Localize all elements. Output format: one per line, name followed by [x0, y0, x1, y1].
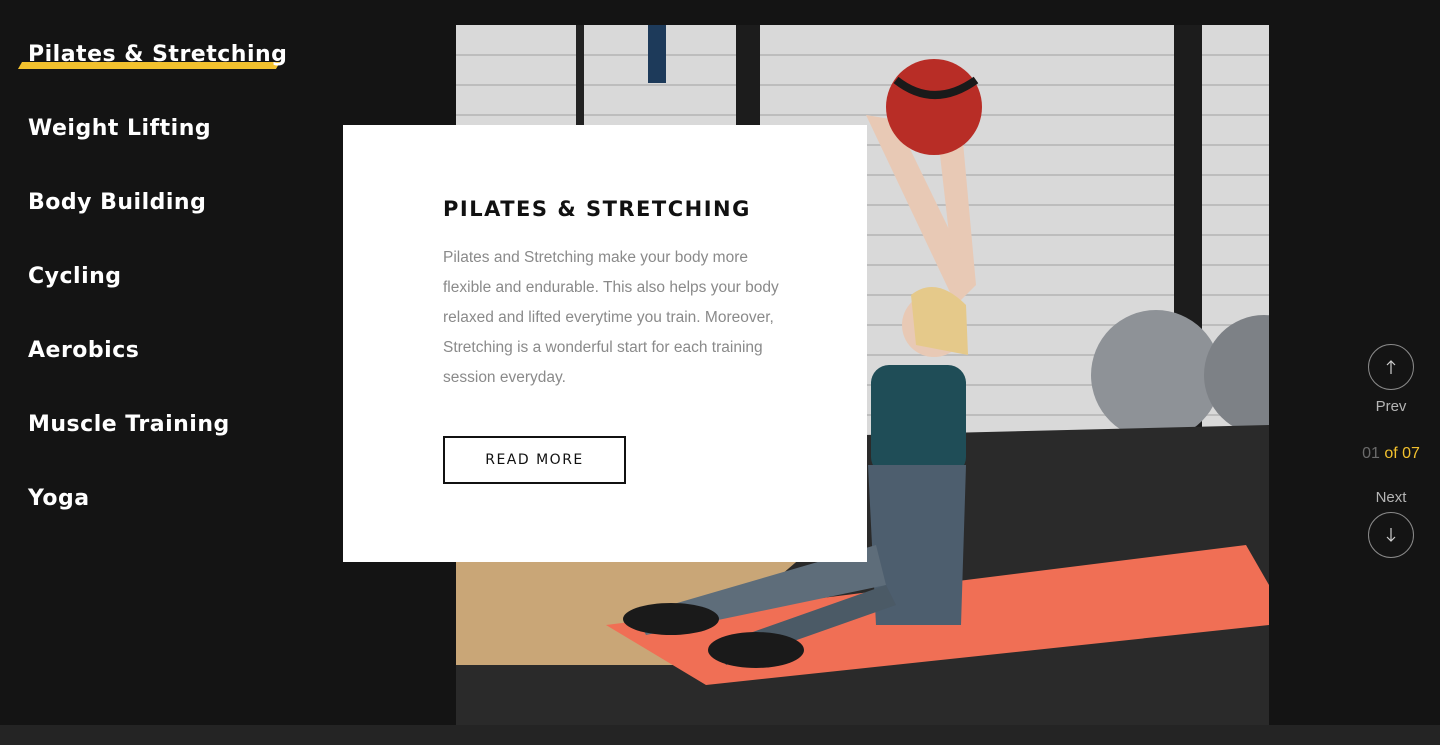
menu-item-body-building[interactable]: Body Building [28, 186, 287, 260]
current-slide: 01 [1362, 445, 1380, 462]
menu-item-label: Body Building [28, 190, 207, 215]
menu-item-weight-lifting[interactable]: Weight Lifting [28, 112, 287, 186]
slide-counter: 01 of 07 [1340, 445, 1440, 463]
card-description: Pilates and Stretching make your body mo… [443, 249, 779, 386]
total-slides: of 07 [1384, 445, 1420, 462]
menu-item-label: Weight Lifting [28, 116, 212, 141]
arrow-down-icon [1386, 528, 1396, 542]
menu-item-aerobics[interactable]: Aerobics [28, 334, 287, 408]
next-label[interactable]: Next [1340, 489, 1440, 506]
menu-item-label: Aerobics [28, 338, 140, 363]
menu-item-pilates-stretching[interactable]: Pilates & Stretching [17, 38, 288, 112]
prev-label[interactable]: Prev [1340, 398, 1440, 415]
menu-item-label: Yoga [28, 486, 90, 511]
slide-pager: Prev 01 of 07 Next [1340, 344, 1440, 558]
category-menu: Pilates & Stretching Weight Lifting Body… [17, 38, 288, 556]
menu-item-yoga[interactable]: Yoga [28, 482, 287, 556]
footer-strip [0, 725, 1440, 745]
menu-item-cycling[interactable]: Cycling [28, 260, 287, 334]
feature-card: PILATES & STRETCHING Pilates and Stretch… [343, 125, 867, 562]
menu-item-label: Pilates & Stretching [28, 42, 288, 67]
arrow-up-icon [1386, 360, 1396, 374]
next-button[interactable] [1368, 512, 1414, 558]
menu-item-label: Cycling [28, 264, 122, 289]
card-title: PILATES & STRETCHING [443, 197, 751, 221]
prev-button[interactable] [1368, 344, 1414, 390]
read-more-button[interactable]: READ MORE [443, 436, 626, 484]
menu-item-label: Muscle Training [28, 412, 230, 437]
menu-item-muscle-training[interactable]: Muscle Training [28, 408, 287, 482]
